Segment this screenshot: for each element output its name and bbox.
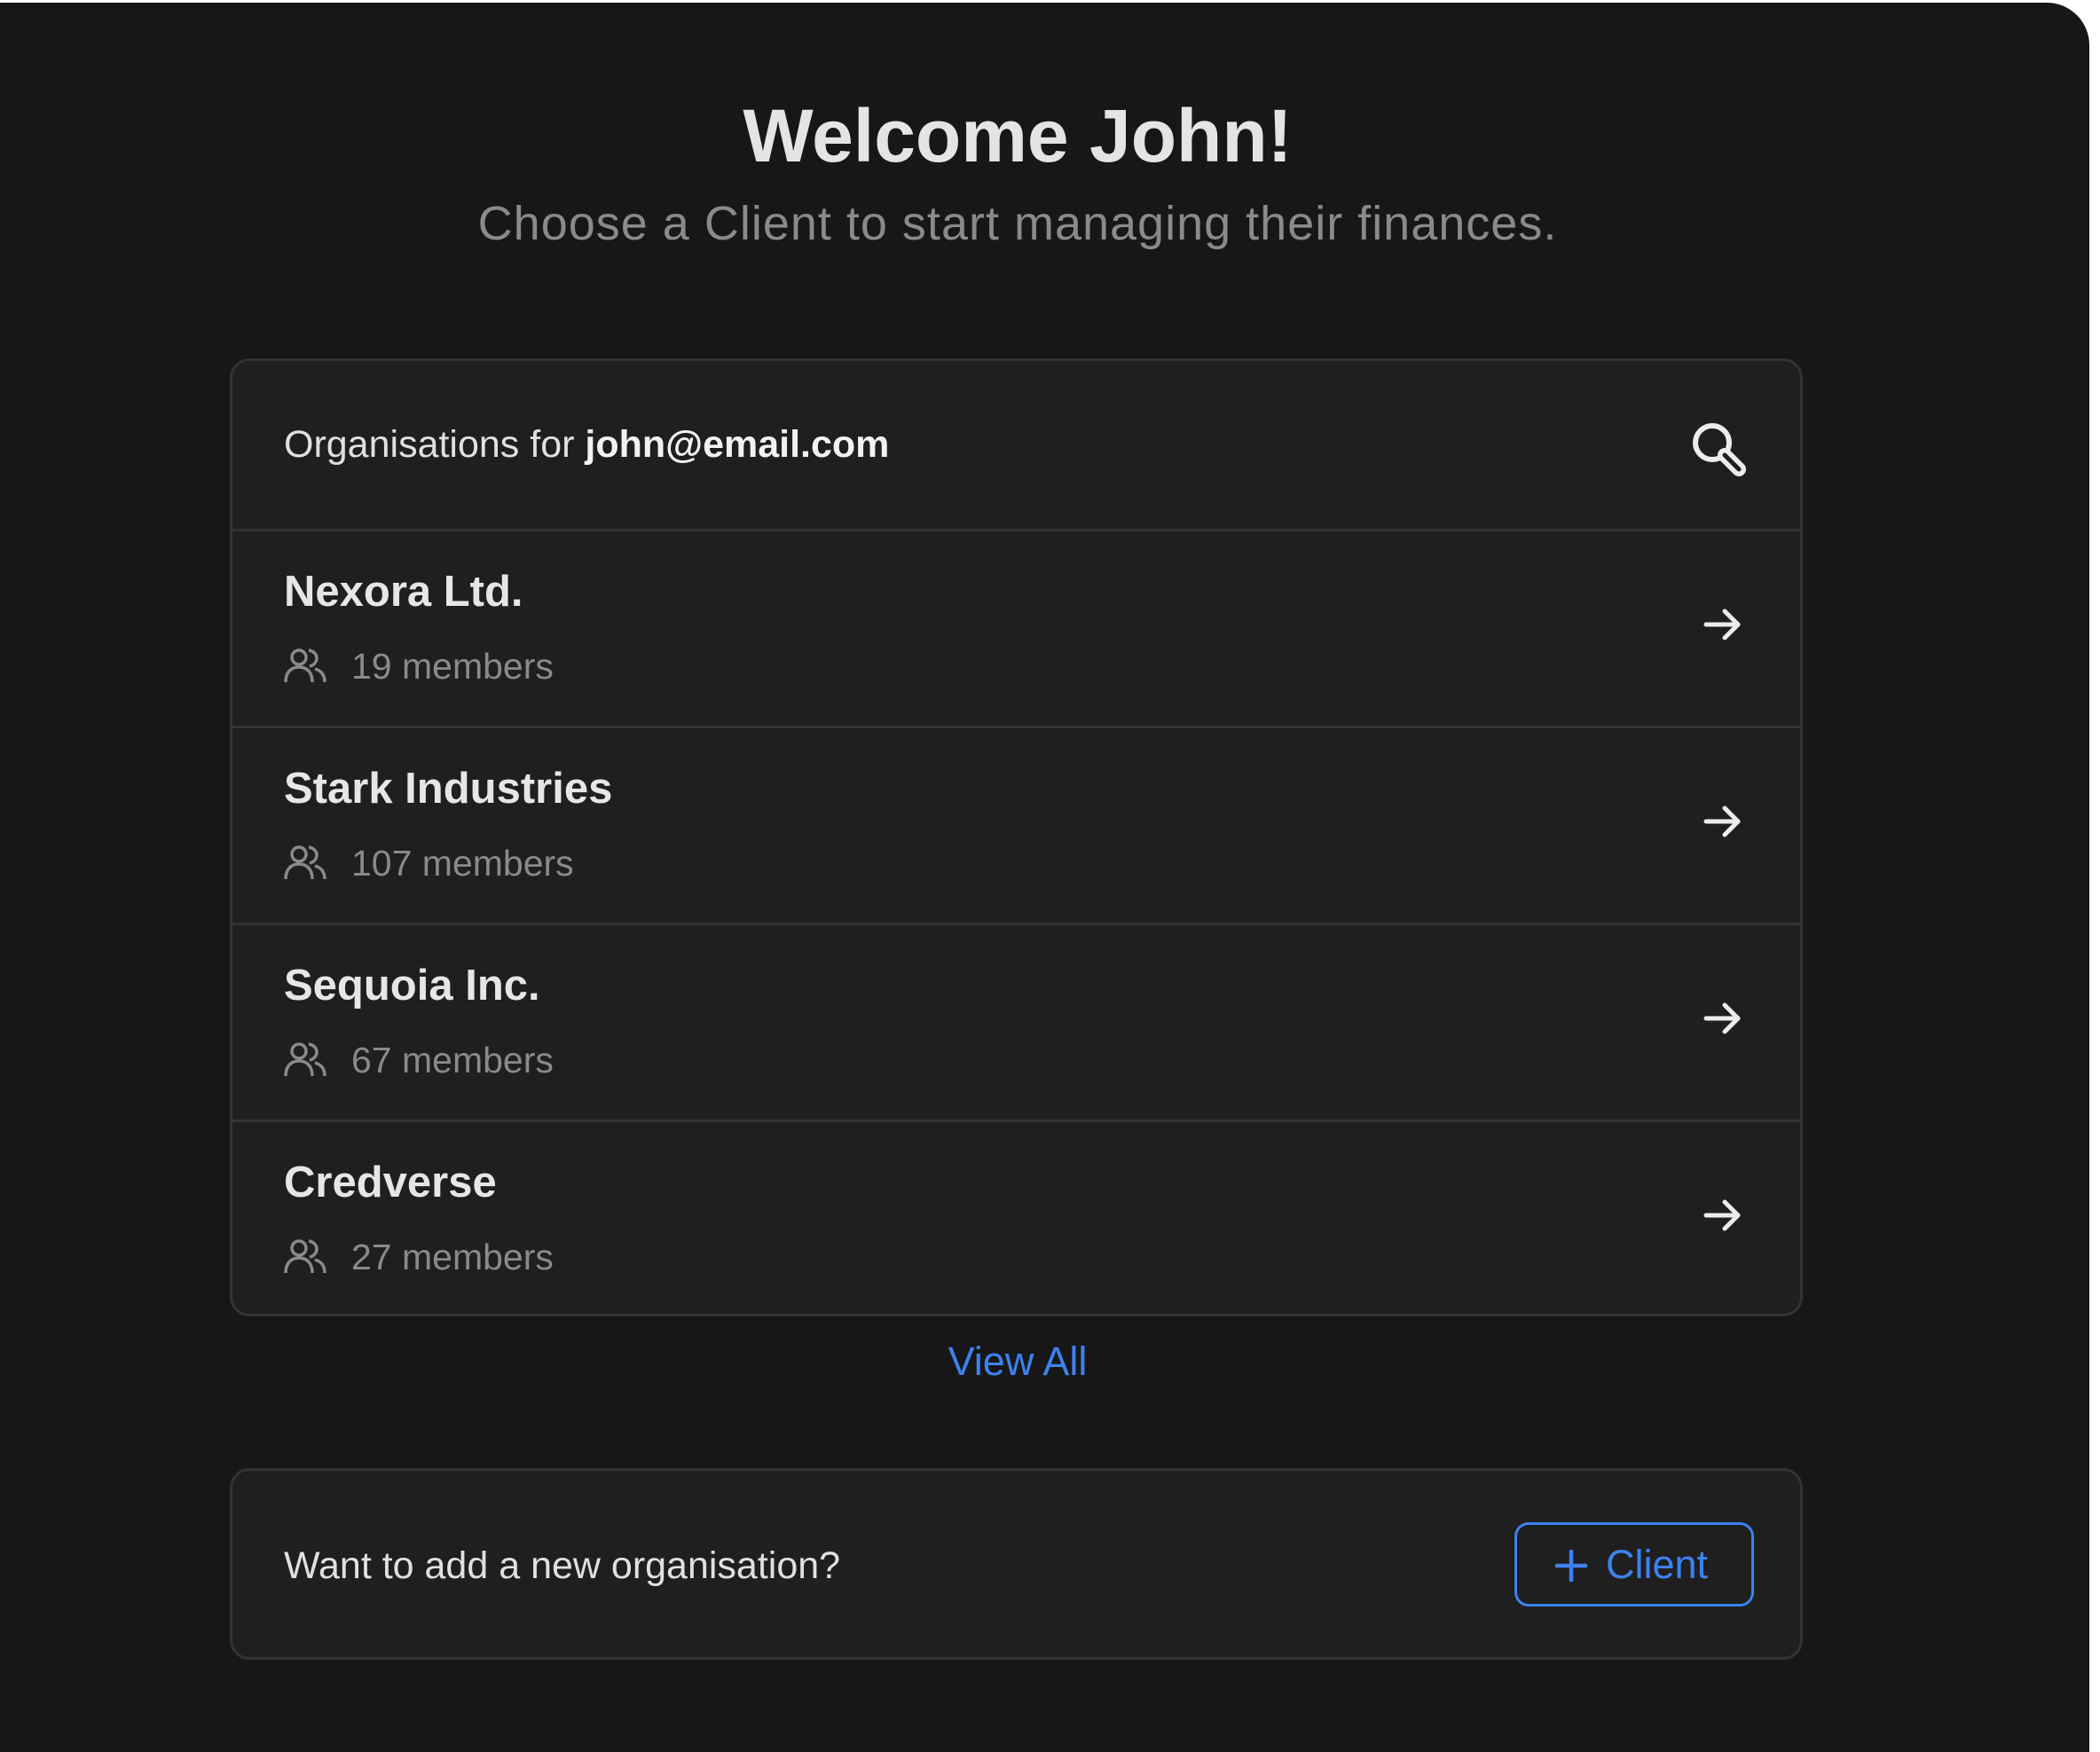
arrow-right-icon [1703, 609, 1741, 640]
org-row-nexora[interactable]: Nexora Ltd. 19 members [232, 531, 1800, 728]
search-icon [1693, 423, 1746, 476]
org-row-credverse[interactable]: Credverse 27 members [232, 1122, 1800, 1319]
plus-icon [1554, 1549, 1588, 1583]
org-name: Sequoia Inc. [284, 962, 540, 1010]
arrow-right-icon [1703, 805, 1741, 837]
user-email: john@email.com [585, 423, 890, 466]
org-name: Credverse [284, 1159, 497, 1206]
add-organisation-prompt: Want to add a new organisation? [284, 1544, 841, 1587]
arrow-right-icon [1703, 1199, 1741, 1231]
organisations-heading-prefix: Organisations for [284, 423, 586, 466]
member-count: 67 members [351, 1040, 554, 1080]
organisations-heading: Organisations for john@email.com [284, 420, 889, 469]
org-row-stark-industries[interactable]: Stark Industries 107 members [232, 728, 1800, 925]
view-all-link[interactable]: View All [0, 1337, 2035, 1387]
member-count: 19 members [351, 646, 554, 687]
search-button[interactable] [1687, 418, 1750, 480]
page-title: Welcome John! [743, 94, 1293, 177]
users-icon [284, 845, 326, 880]
member-count: 27 members [351, 1237, 554, 1277]
app-window: Welcome John! Choose a Client to start m… [0, 3, 2089, 1752]
member-count: 107 members [351, 843, 574, 884]
users-icon [284, 1042, 326, 1077]
users-icon [284, 648, 326, 683]
page-subtitle: Choose a Client to start managing their … [477, 197, 1558, 250]
users-icon [284, 1239, 326, 1274]
organisations-card: Organisations for john@email.com Nexora … [230, 358, 1803, 1316]
arrow-right-icon [1703, 1002, 1741, 1034]
organisations-card-header: Organisations for john@email.com [232, 361, 1800, 531]
org-name: Stark Industries [284, 765, 613, 813]
add-organisation-card: Want to add a new organisation? Client [230, 1468, 1803, 1660]
org-name: Nexora Ltd. [284, 568, 523, 616]
add-client-button-label: Client [1606, 1542, 1709, 1587]
org-row-sequoia[interactable]: Sequoia Inc. 67 members [232, 925, 1800, 1122]
add-client-button[interactable]: Client [1514, 1522, 1754, 1607]
